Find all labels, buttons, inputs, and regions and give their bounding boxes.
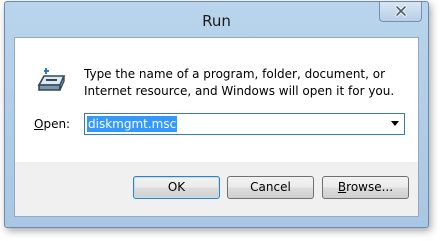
run-icon [37,68,66,91]
open-label: Open: [34,117,70,131]
chevron-down-icon [391,121,399,126]
dialog-client-area: Type the name of a program, folder, docu… [14,37,419,217]
ok-button[interactable]: OK [133,176,220,199]
open-dropdown-button[interactable] [386,114,404,134]
title-bar[interactable]: Run [5,2,428,36]
browse-label: rowse... [346,180,394,194]
dialog-description: Type the name of a program, folder, docu… [84,67,395,98]
open-input-value[interactable]: diskmgmt.msc [87,116,178,132]
open-combobox[interactable]: diskmgmt.msc [84,113,405,135]
close-button[interactable] [379,2,422,22]
cancel-button[interactable]: Cancel [227,176,314,199]
run-dialog-window: Run Type the name of a program, folder, … [4,1,429,228]
content-panel: Type the name of a program, folder, docu… [15,38,418,162]
browse-button[interactable]: Browse... [322,176,409,199]
open-label-text: pen: [43,117,71,131]
window-title: Run [202,12,231,30]
close-icon [395,5,407,17]
browse-access-key: B [337,180,347,194]
